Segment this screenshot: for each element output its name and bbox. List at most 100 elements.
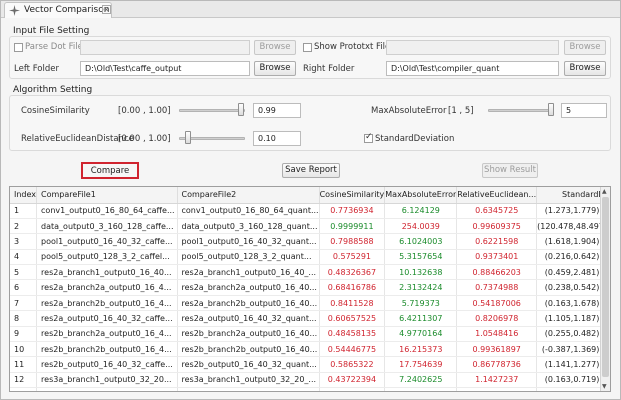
table-row[interactable]: 1 conv1_output0_16_80_64_caffe... conv1_ou… xyxy=(10,203,610,219)
row-index: 8 xyxy=(10,310,38,327)
row-comparefile1: res2a_branch2b_output0_16_4... xyxy=(36,295,178,312)
row-cosine-similarity: 0.60657525 xyxy=(319,310,386,327)
row-cosine-similarity: 0.9999911 xyxy=(319,218,386,235)
show-prototxt-checkbox[interactable] xyxy=(303,43,312,52)
table-row[interactable]: 4 pool5_output0_128_3_2_caffel... pool5_ou… xyxy=(10,249,610,266)
row-comparefile2: res2b_branch2a_output0_16_40... xyxy=(177,326,320,343)
rel-slider-thumb[interactable] xyxy=(185,131,191,144)
row-cosine-similarity: 0.48458135 xyxy=(319,326,386,343)
table-row[interactable]: 6 res2a_branch2a_output0_16_4... res2a_bra… xyxy=(10,279,610,296)
table-row[interactable]: 12 res3a_branch1_output0_32_20... res3a_br… xyxy=(10,372,610,389)
header-relative-euclidean[interactable]: RelativeEuclidean... xyxy=(456,187,538,204)
save-report-button[interactable]: Save Report xyxy=(282,163,340,178)
row-index: 13 xyxy=(10,387,38,391)
row-relative-euclidean: 0.6345725 xyxy=(456,203,538,219)
header-comparefile2[interactable]: CompareFile2 xyxy=(177,187,320,204)
close-icon[interactable]: × xyxy=(102,5,111,14)
parse-dot-checkbox[interactable] xyxy=(14,43,23,52)
max-absolute-error-label: MaxAbsoluteError xyxy=(371,106,447,116)
row-comparefile2: res2a_branch1_output0_16_40_... xyxy=(177,264,320,281)
row-comparefile2: pool1_output0_16_40_32_quant... xyxy=(177,233,320,250)
compare-button[interactable]: Compare xyxy=(81,162,139,179)
cosine-slider-thumb[interactable] xyxy=(238,103,245,116)
vertical-scrollbar[interactable]: ▲ ▼ xyxy=(600,187,610,391)
row-relative-euclidean: 1.0548416 xyxy=(456,326,538,343)
row-comparefile2: res2a_output0_16_40_32_quant... xyxy=(177,310,320,327)
header-index[interactable]: Index xyxy=(10,187,38,204)
parse-dot-label: Parse Dot File xyxy=(25,42,83,52)
browse-prototxt-button[interactable]: Browse xyxy=(564,40,606,55)
table-body: 1 conv1_output0_16_80_64_caffe... conv1_ou… xyxy=(10,203,610,391)
row-comparefile1: data_output0_3_160_128_caffe... xyxy=(36,218,178,235)
table-row[interactable]: 5 res2a_branch1_output0_16_40... res2a_bra… xyxy=(10,264,610,281)
scroll-down-icon[interactable]: ▼ xyxy=(602,383,607,390)
scroll-up-icon[interactable]: ▲ xyxy=(602,188,607,195)
table-row[interactable]: 11 res2b_output0_16_40_32_caffe... res2b_o… xyxy=(10,356,610,373)
row-cosine-similarity: 0.54446775 xyxy=(319,341,386,358)
maxabs-slider-track[interactable] xyxy=(488,109,554,112)
left-folder-input[interactable]: D:\Old\Test\caffe_output xyxy=(80,61,250,76)
tab-vector-comparison[interactable]: Vector Comparison × xyxy=(4,2,112,18)
row-index: 6 xyxy=(10,279,38,296)
vector-comparison-window: Vector Comparison × Input File Setting P… xyxy=(0,0,621,400)
row-max-absolute-error: 4.9770164 xyxy=(384,326,458,343)
parse-dot-path-field[interactable] xyxy=(80,40,250,55)
cosine-value-input[interactable]: 0.99 xyxy=(253,103,301,118)
tab-title: Vector Comparison xyxy=(24,5,110,15)
browse-dot-button[interactable]: Browse xyxy=(254,40,296,55)
input-file-setting-title: Input File Setting xyxy=(13,26,90,36)
row-comparefile2: res2b_output0_16_40_32_quant... xyxy=(177,356,320,373)
tab-bar: Vector Comparison × xyxy=(1,1,620,18)
cosine-slider-track[interactable] xyxy=(179,109,245,112)
table-row[interactable]: 10 res2b_branch2b_output0_16_4... res2b_br… xyxy=(10,341,610,358)
row-comparefile2: res2b_branch2b_output0_16_40... xyxy=(177,341,320,358)
row-comparefile2: res2a_branch2b_output0_16_40... xyxy=(177,295,320,312)
row-max-absolute-error: 16.215373 xyxy=(384,341,458,358)
row-max-absolute-error: 5.3157654 xyxy=(384,249,458,266)
row-index: 10 xyxy=(10,341,38,358)
rel-range-label: [0.00 , 1.00] xyxy=(118,134,171,144)
results-table: Index CompareFile1 CompareFile2 CosineSi… xyxy=(10,187,610,391)
browse-right-folder-button[interactable]: Browse xyxy=(564,61,606,76)
row-max-absolute-error: 5.719373 xyxy=(384,295,458,312)
row-comparefile2: res2a_branch2a_output0_16_40... xyxy=(177,279,320,296)
compass-icon xyxy=(9,5,20,16)
standard-deviation-label: StandardDeviation xyxy=(375,134,455,144)
row-cosine-similarity: 0.5865322 xyxy=(319,356,386,373)
row-index: 5 xyxy=(10,264,38,281)
rel-value-input[interactable]: 0.10 xyxy=(253,131,301,146)
table-row[interactable]: 2 data_output0_3_160_128_caffe... data_out… xyxy=(10,218,610,235)
row-relative-euclidean: 0.9373401 xyxy=(456,249,538,266)
right-folder-input[interactable]: D:\Old\Test\compiler_quant xyxy=(386,61,559,76)
header-comparefile1[interactable]: CompareFile1 xyxy=(36,187,178,204)
maxabs-value-input[interactable]: 5 xyxy=(561,103,607,118)
table-row[interactable]: 8 res2a_output0_16_40_32_caffe... res2a_ou… xyxy=(10,310,610,327)
table-row[interactable]: 13res3a_branch2a_output0_32_20...res3a_b… xyxy=(10,387,610,391)
browse-left-folder-button[interactable]: Browse xyxy=(254,61,296,76)
cosine-range-label: [0.00 , 1.00] xyxy=(118,106,171,116)
row-index: 3 xyxy=(10,233,38,250)
prototxt-path-field[interactable] xyxy=(386,40,559,55)
header-cosine-similarity[interactable]: CosineSimilarity xyxy=(319,187,386,204)
standard-deviation-checkbox[interactable] xyxy=(364,132,373,143)
row-max-absolute-error: 7.2402625 xyxy=(384,372,458,389)
row-comparefile1: res2a_output0_16_40_32_caffe... xyxy=(36,310,178,327)
table-row[interactable]: 9 res2b_branch2a_output0_16_4... res2b_bra… xyxy=(10,326,610,343)
row-relative-euclidean: 0.99609375 xyxy=(456,218,538,235)
row-max-absolute-error: 254.0039 xyxy=(384,218,458,235)
header-max-absolute-error[interactable]: MaxAbsoluteError xyxy=(384,187,458,204)
maxabs-slider-thumb[interactable] xyxy=(548,103,554,116)
table-header-row: Index CompareFile1 CompareFile2 CosineSi… xyxy=(10,187,610,204)
row-max-absolute-error: 6.1024003 xyxy=(384,233,458,250)
row-cosine-similarity: 0.68416786 xyxy=(319,279,386,296)
table-row[interactable]: 3 pool1_output0_16_40_32_caffe... pool1_ou… xyxy=(10,233,610,250)
results-table-container: Index CompareFile1 CompareFile2 CosineSi… xyxy=(9,186,611,392)
left-folder-label: Left Folder xyxy=(14,64,59,74)
row-index: 4 xyxy=(10,249,38,266)
show-result-button[interactable]: Show Result xyxy=(482,163,538,178)
row-comparefile1: conv1_output0_16_80_64_caffe... xyxy=(36,203,178,219)
algorithm-setting-title: Algorithm Setting xyxy=(13,85,93,95)
scrollbar-thumb[interactable] xyxy=(602,197,609,377)
table-row[interactable]: 7 res2a_branch2b_output0_16_4... res2a_bra… xyxy=(10,295,610,312)
row-relative-euclidean: 0.88466203 xyxy=(456,264,538,281)
